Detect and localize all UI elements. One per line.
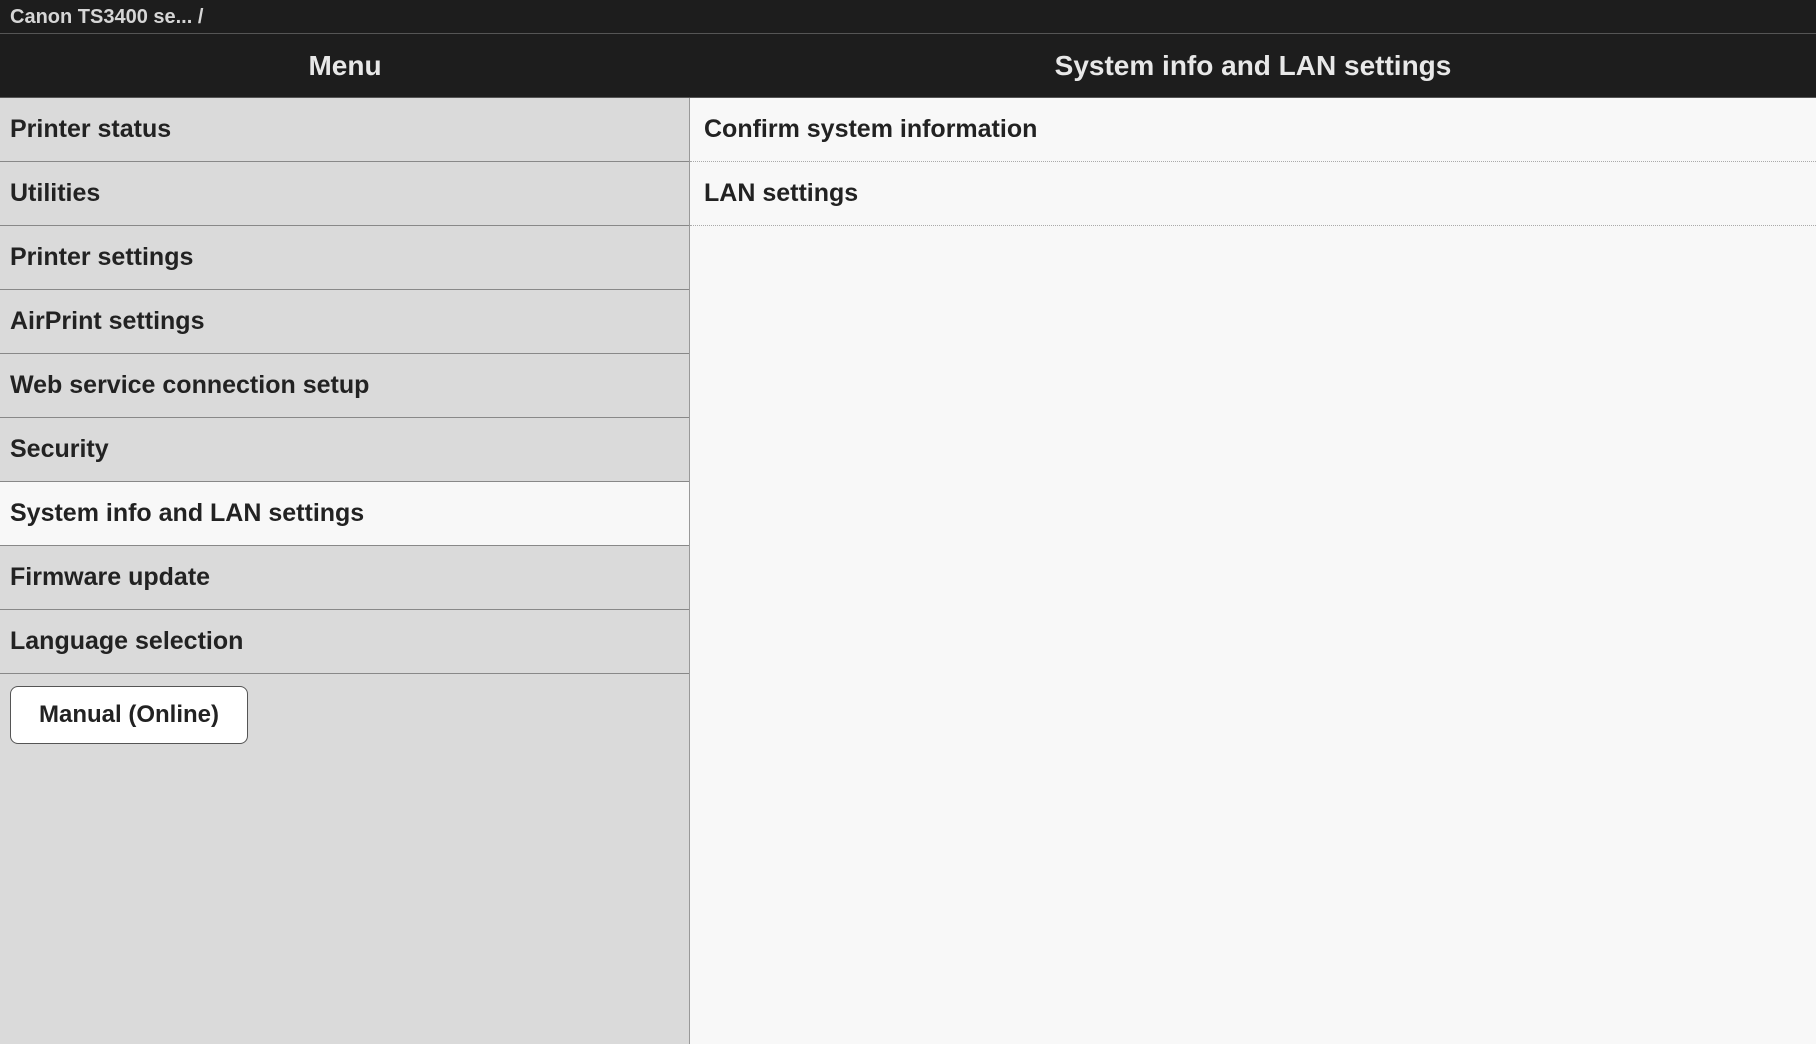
menu-item-airprint-settings[interactable]: AirPrint settings bbox=[0, 290, 689, 354]
menu-item-system-info-and-lan-settings[interactable]: System info and LAN settings bbox=[0, 482, 689, 546]
menu-item-utilities[interactable]: Utilities bbox=[0, 162, 689, 226]
detail-item-confirm-system-information[interactable]: Confirm system information bbox=[690, 98, 1816, 162]
header-bar: Menu System info and LAN settings bbox=[0, 34, 1816, 98]
menu-item-printer-settings[interactable]: Printer settings bbox=[0, 226, 689, 290]
content-area: Printer status Utilities Printer setting… bbox=[0, 98, 1816, 1044]
detail-item-lan-settings[interactable]: LAN settings bbox=[690, 162, 1816, 226]
detail-header-title: System info and LAN settings bbox=[690, 34, 1816, 97]
detail-panel: Confirm system information LAN settings bbox=[690, 98, 1816, 1044]
manual-online-button[interactable]: Manual (Online) bbox=[10, 686, 248, 744]
breadcrumb[interactable]: Canon TS3400 se... / bbox=[0, 0, 1816, 34]
menu-item-printer-status[interactable]: Printer status bbox=[0, 98, 689, 162]
menu-item-web-service-connection-setup[interactable]: Web service connection setup bbox=[0, 354, 689, 418]
menu-item-security[interactable]: Security bbox=[0, 418, 689, 482]
menu-item-firmware-update[interactable]: Firmware update bbox=[0, 546, 689, 610]
menu-header-title: Menu bbox=[0, 34, 690, 97]
menu-item-language-selection[interactable]: Language selection bbox=[0, 610, 689, 674]
menu-panel: Printer status Utilities Printer setting… bbox=[0, 98, 690, 1044]
manual-button-container: Manual (Online) bbox=[0, 674, 689, 756]
